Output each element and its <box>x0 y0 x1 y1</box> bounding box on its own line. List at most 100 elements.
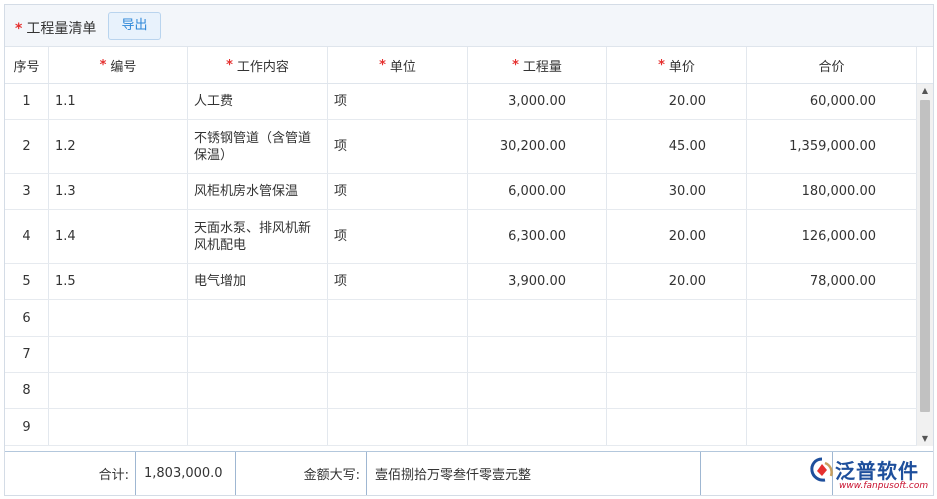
header-label: 合价 <box>818 59 845 75</box>
table-row[interactable]: 6 <box>5 300 917 337</box>
table-row[interactable]: 3 1.3 风柜机房水管保温项 6,000.00 30.00 180,000.00 <box>5 174 917 210</box>
cell-work-content[interactable] <box>188 373 328 408</box>
cell-total-price[interactable] <box>747 300 917 336</box>
header-code[interactable]: * 编号 <box>49 47 188 83</box>
logo-url: www.fanpusoft.com <box>839 481 929 491</box>
cell-quantity[interactable] <box>468 300 607 336</box>
panel-title-text: 工程量清单 <box>26 21 97 37</box>
cell-quantity[interactable] <box>468 373 607 408</box>
header-label: 单位 <box>389 59 416 75</box>
header-unit[interactable]: * 单位 <box>328 47 468 83</box>
cell-code[interactable]: 1.3 <box>49 174 188 209</box>
cell-unit[interactable]: 项 <box>328 210 468 263</box>
cell-code[interactable] <box>49 373 188 408</box>
sum-value-field[interactable]: 1,803,000.0 <box>135 452 236 495</box>
cell-code[interactable]: 1.5 <box>49 264 188 299</box>
table-row[interactable]: 4 1.4 天面水泵、排风机新风机配电项 6,300.00 20.00 126,000.0… <box>5 210 917 264</box>
cell-work-content[interactable]: 不锈钢管道（含管道保温） <box>188 120 328 173</box>
cell-seq: 5 <box>5 264 49 299</box>
cell-code[interactable] <box>49 409 188 445</box>
table-row[interactable]: 1 1.1 人工费项 3,000.00 20.00 60,000.00 <box>5 84 917 120</box>
cell-work-content[interactable] <box>188 409 328 445</box>
cell-work-content[interactable]: 人工费 <box>188 84 328 119</box>
header-label: 工程量 <box>522 59 562 75</box>
cell-total-price[interactable]: 78,000.00 <box>747 264 917 299</box>
header-quantity[interactable]: * 工程量 <box>468 47 607 83</box>
fanpu-logo-icon <box>810 457 833 482</box>
scroll-up-arrow-icon[interactable]: ▲ <box>917 84 933 98</box>
cell-unit[interactable]: 项 <box>328 120 468 173</box>
cell-unit-price[interactable]: 20.00 <box>607 210 747 263</box>
cell-unit-price[interactable] <box>607 337 747 372</box>
cell-quantity[interactable] <box>468 337 607 372</box>
cell-unit-price[interactable] <box>607 409 747 445</box>
cell-total-price[interactable] <box>747 337 917 372</box>
cell-unit-price[interactable] <box>607 373 747 408</box>
cell-total-price[interactable] <box>747 373 917 408</box>
scrollbar-thumb[interactable] <box>920 100 930 412</box>
cell-quantity[interactable]: 6,300.00 <box>468 210 607 263</box>
cell-unit-price[interactable]: 45.00 <box>607 120 747 173</box>
header-unit-price[interactable]: * 单价 <box>607 47 747 83</box>
cell-seq: 2 <box>5 120 49 173</box>
required-mark: * <box>226 57 233 73</box>
cell-seq: 8 <box>5 373 49 408</box>
cell-work-content[interactable] <box>188 300 328 336</box>
cell-unit-price[interactable]: 20.00 <box>607 264 747 299</box>
cell-unit[interactable]: 项 <box>328 84 468 119</box>
table-row[interactable]: 2 1.2 不锈钢管道（含管道保温）项 30,200.00 45.00 1,359,000… <box>5 120 917 174</box>
header-total-price[interactable]: 合价 <box>747 47 917 83</box>
cell-work-content[interactable] <box>188 337 328 372</box>
cell-code[interactable]: 1.2 <box>49 120 188 173</box>
header-label: 编号 <box>110 59 137 75</box>
fanpu-logo: 泛普软件 www.fanpusoft.com <box>805 453 933 495</box>
cell-unit[interactable]: 项 <box>328 264 468 299</box>
cell-work-content[interactable]: 天面水泵、排风机新风机配电 <box>188 210 328 263</box>
cell-code[interactable] <box>49 300 188 336</box>
table-row[interactable]: 9 <box>5 409 917 446</box>
cell-seq: 9 <box>5 409 49 445</box>
cell-quantity[interactable] <box>468 409 607 445</box>
header-work-content[interactable]: * 工作内容 <box>188 47 328 83</box>
cell-quantity[interactable]: 3,900.00 <box>468 264 607 299</box>
table-row[interactable]: 8 <box>5 373 917 409</box>
cell-unit[interactable] <box>328 409 468 445</box>
cell-code[interactable] <box>49 337 188 372</box>
export-button[interactable]: 导出 <box>108 12 161 40</box>
cell-unit-price[interactable]: 30.00 <box>607 174 747 209</box>
cell-unit[interactable] <box>328 337 468 372</box>
cell-unit[interactable]: 项 <box>328 174 468 209</box>
cell-total-price[interactable]: 60,000.00 <box>747 84 917 119</box>
required-mark: * <box>512 57 519 73</box>
cell-work-content[interactable]: 电气增加 <box>188 264 328 299</box>
cell-seq: 6 <box>5 300 49 336</box>
cell-total-price[interactable]: 126,000.00 <box>747 210 917 263</box>
cell-code[interactable]: 1.1 <box>49 84 188 119</box>
header-label: 工作内容 <box>236 59 289 75</box>
table-row[interactable]: 5 1.5 电气增加项 3,900.00 20.00 78,000.00 <box>5 264 917 300</box>
cell-quantity[interactable]: 6,000.00 <box>468 174 607 209</box>
table-row[interactable]: 7 <box>5 337 917 373</box>
required-mark: * <box>99 57 107 73</box>
vertical-scrollbar[interactable]: ▲ ▼ <box>917 84 933 446</box>
logo-name: 泛普软件 <box>835 459 919 483</box>
cell-unit-price[interactable] <box>607 300 747 336</box>
cell-seq: 7 <box>5 337 49 372</box>
cell-code[interactable]: 1.4 <box>49 210 188 263</box>
cell-unit-price[interactable]: 20.00 <box>607 84 747 119</box>
cell-unit[interactable] <box>328 373 468 408</box>
cell-total-price[interactable] <box>747 409 917 445</box>
cell-work-content[interactable]: 风柜机房水管保温 <box>188 174 328 209</box>
cell-seq: 4 <box>5 210 49 263</box>
amount-in-words-field[interactable]: 壹佰捌拾万零叁仟零壹元整 <box>366 452 701 495</box>
header-seq[interactable]: 序号 <box>5 47 49 83</box>
scroll-down-arrow-icon[interactable]: ▼ <box>917 432 933 446</box>
cell-quantity[interactable]: 30,200.00 <box>468 120 607 173</box>
cell-total-price[interactable]: 1,359,000.00 <box>747 120 917 173</box>
cell-total-price[interactable]: 180,000.00 <box>747 174 917 209</box>
table-body[interactable]: 1 1.1 人工费项 3,000.00 20.00 60,000.00 2 1.2 不锈钢管道（… <box>5 84 917 446</box>
engineering-list-panel: * 工程量清单 导出 序号 * 编号 * 工作内容 * 单位 * 工程量 * 单价 合价 1 1.1 人工费… <box>4 4 934 496</box>
cell-unit[interactable] <box>328 300 468 336</box>
cell-quantity[interactable]: 3,000.00 <box>468 84 607 119</box>
cell-seq: 3 <box>5 174 49 209</box>
